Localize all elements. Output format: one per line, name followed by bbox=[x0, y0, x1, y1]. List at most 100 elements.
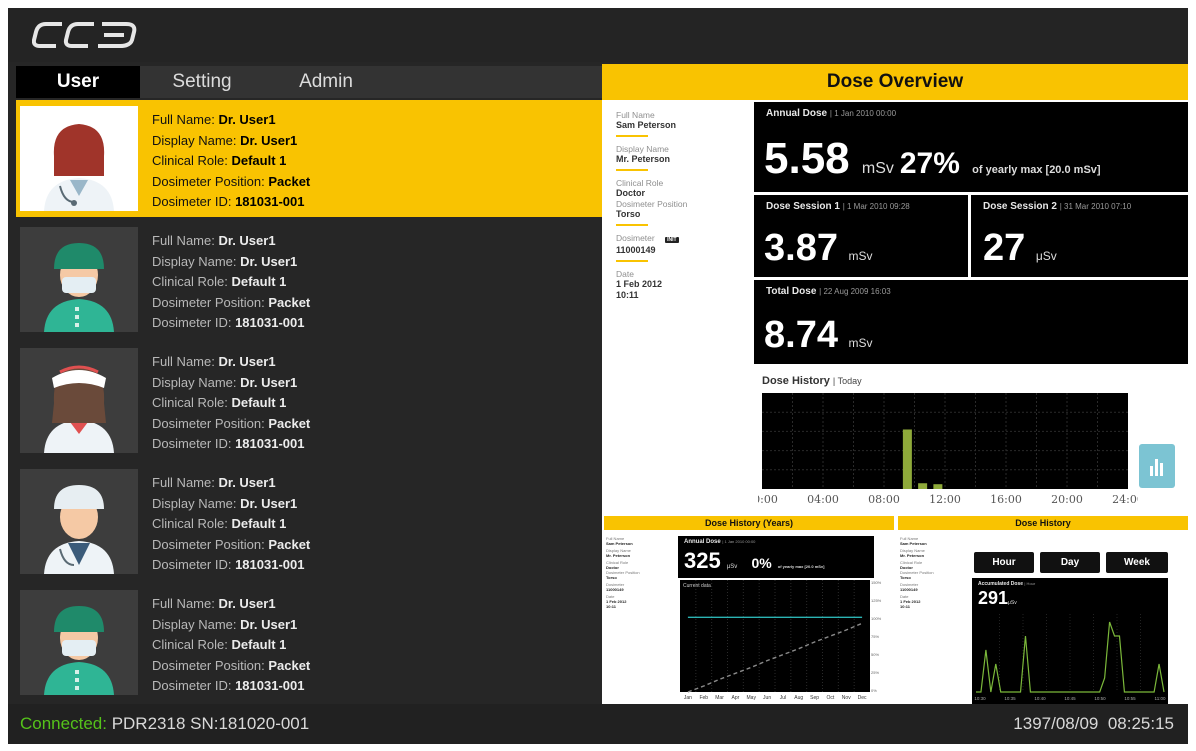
surgeon-icon bbox=[44, 243, 114, 332]
y-tick-label: 125% bbox=[871, 598, 882, 603]
user-clinical-role-line: Clinical Role: Default 1 bbox=[152, 393, 310, 414]
mini-accumulated-sub: | Hour bbox=[1024, 581, 1036, 586]
display-name-value: Dr. User1 bbox=[240, 253, 298, 269]
dosimeter-position-value: Torso bbox=[616, 209, 641, 219]
annual-dose-number: 5.58 bbox=[764, 134, 850, 183]
clinical-role-label: Clinical Role: bbox=[152, 395, 232, 410]
header bbox=[8, 8, 1188, 62]
dosimeter-position-value: Packet bbox=[268, 294, 311, 310]
x-tick-label: 12:00 bbox=[929, 493, 961, 506]
x-tick-label: 04:00 bbox=[807, 493, 839, 506]
mini2-dosimeter-position-value: Torso bbox=[900, 575, 911, 580]
tab-admin[interactable]: Admin bbox=[264, 66, 388, 98]
user-info: Full Name: Dr. User1 Display Name: Dr. Us… bbox=[152, 110, 310, 213]
annual-dose-percent: 27% bbox=[899, 147, 960, 180]
user-card[interactable]: Full Name: Dr. User1 Display Name: Dr. Us… bbox=[16, 221, 602, 338]
user-clinical-role-line: Clinical Role: Default 1 bbox=[152, 635, 310, 656]
user-card[interactable]: Full Name: Dr. User1 Display Name: Dr. Us… bbox=[16, 342, 602, 459]
x-tick-label: 10:55 bbox=[1124, 696, 1136, 701]
user-dosimeter-id-line: Dosimeter ID: 181031-001 bbox=[152, 434, 310, 455]
dose-history-title-text: Dose History bbox=[762, 375, 830, 387]
user-list: Full Name: Dr. User1 Display Name: Dr. Us… bbox=[16, 100, 602, 704]
full-name-value: Dr. User1 bbox=[218, 354, 276, 369]
dose-history-chart: 00:00 04:00 08:00 12:00 16:00 20:00 24:00 bbox=[758, 393, 1138, 506]
mini-annual-dose-panel: Annual Dose | 1 Jan 2010 00:00 325 μSv 0… bbox=[678, 536, 874, 578]
hour-button[interactable]: Hour bbox=[974, 552, 1034, 573]
dosimeter-value: 11000149 bbox=[616, 245, 656, 255]
dosimeter-position-value: Packet bbox=[268, 657, 311, 673]
mini-person-info-2: Full Name Sam Peterson Display Name Mr. … bbox=[900, 536, 972, 609]
total-dose-panel: Total Dose | 22 Aug 2009 16:03 8.74 mSv bbox=[754, 280, 1188, 364]
dosimeter-position-value: Packet bbox=[268, 173, 311, 189]
week-button[interactable]: Week bbox=[1106, 552, 1168, 573]
annual-dose-percent-text: of yearly max [20.0 mSv] bbox=[972, 164, 1101, 176]
mini2-time-value: 10:11 bbox=[900, 604, 911, 609]
dosimeter-position-value: Packet bbox=[268, 536, 311, 552]
session-2-unit: μSv bbox=[1035, 249, 1057, 263]
x-tick-label: Aug bbox=[794, 695, 803, 701]
user-info: Full Name: Dr. User1 Display Name: Dr. Us… bbox=[152, 352, 310, 455]
display-name-label: Display Name bbox=[616, 144, 669, 154]
session-1-number: 3.87 bbox=[764, 227, 838, 269]
dose-history-title: Dose History | Today bbox=[762, 375, 862, 387]
dose-session-1-panel: Dose Session 1 | 1 Mar 2010 09:28 3.87 m… bbox=[754, 195, 968, 277]
y-tick-label: 0% bbox=[871, 688, 877, 693]
mini2-full-name: Sam Peterson bbox=[900, 541, 972, 546]
mini-annual-value: 325 μSv 0% of yearly max [20.0 mSv] bbox=[684, 548, 825, 574]
day-button[interactable]: Day bbox=[1040, 552, 1100, 573]
dose-history-hourly-thumbnail[interactable]: Dose History Full Name Sam Peterson Disp… bbox=[898, 516, 1188, 704]
x-tick-label: Sep bbox=[810, 695, 819, 701]
annual-dose-title: Annual Dose | 1 Jan 2010 00:00 bbox=[766, 108, 896, 119]
dosimeter-id-label: Dosimeter ID: bbox=[152, 315, 236, 330]
divider bbox=[616, 260, 648, 262]
user-dosimeter-position-line: Dosimeter Position: Packet bbox=[152, 656, 310, 677]
user-info: Full Name: Dr. User1 Display Name: Dr. Us… bbox=[152, 594, 310, 697]
mini-annual-date: | 1 Jan 2010 00:00 bbox=[722, 539, 756, 544]
clinical-role-value: Doctor bbox=[616, 188, 645, 198]
dose-overview-title: Dose Overview bbox=[602, 64, 1188, 100]
total-dose-title: Total Dose | 22 Aug 2009 16:03 bbox=[766, 286, 891, 297]
user-display-name-line: Display Name: Dr. User1 bbox=[152, 131, 310, 152]
display-name-value: Dr. User1 bbox=[240, 495, 298, 511]
user-dosimeter-position-line: Dosimeter Position: Packet bbox=[152, 172, 310, 193]
dose-history-hourly-title: Dose History bbox=[898, 516, 1188, 530]
tab-user[interactable]: User bbox=[16, 66, 140, 98]
mini-time: 10:11 bbox=[606, 604, 678, 609]
user-full-name-line: Full Name: Dr. User1 bbox=[152, 594, 310, 615]
main-tabs: User Setting Admin bbox=[16, 66, 602, 98]
user-full-name-line: Full Name: Dr. User1 bbox=[152, 473, 310, 494]
mini2-dosimeter-position: Torso bbox=[900, 575, 972, 580]
full-name-value: Dr. User1 bbox=[218, 112, 276, 127]
clinical-role-value: Default 1 bbox=[231, 516, 287, 531]
user-full-name-line: Full Name: Dr. User1 bbox=[152, 352, 310, 373]
x-tick-label: Oct bbox=[827, 695, 835, 701]
full-name-label: Full Name bbox=[616, 110, 655, 120]
chart-view-button[interactable] bbox=[1139, 444, 1175, 488]
tab-setting[interactable]: Setting bbox=[140, 66, 264, 98]
display-name-label: Display Name: bbox=[152, 374, 241, 390]
clinical-role-value: Default 1 bbox=[231, 274, 287, 289]
user-dosimeter-id-line: Dosimeter ID: 181031-001 bbox=[152, 555, 310, 576]
user-card[interactable]: Full Name: Dr. User1 Display Name: Dr. Us… bbox=[16, 463, 602, 580]
user-card[interactable]: Full Name: Dr. User1 Display Name: Dr. Us… bbox=[16, 584, 602, 701]
mini-person-info: Full Name Sam Peterson Display Name Mr. … bbox=[606, 536, 678, 609]
person-info: Full Name Sam Peterson Display Name Mr. … bbox=[616, 110, 742, 301]
mini-annual-unit: μSv bbox=[726, 564, 738, 570]
mini-accumulated-number: 291 bbox=[978, 588, 1009, 608]
chart-annotation: Current data bbox=[683, 583, 711, 589]
full-name-value: Dr. User1 bbox=[218, 475, 276, 490]
user-card[interactable]: Full Name: Dr. User1 Display Name: Dr. Us… bbox=[16, 100, 602, 217]
user-display-name-line: Display Name: Dr. User1 bbox=[152, 615, 310, 636]
dose-history-panel: Dose History | Today 00:00 04:00 08:00 12:0… bbox=[754, 367, 1188, 513]
mini-accumulated-title: Accumulated Dose | Hour bbox=[978, 581, 1035, 587]
x-tick-label: 00:00 bbox=[758, 493, 778, 506]
y-tick-label: 150% bbox=[871, 580, 882, 585]
full-name-label: Full Name: bbox=[152, 233, 219, 248]
annual-dose-title-text: Annual Dose bbox=[766, 108, 828, 119]
dose-history-years-thumbnail[interactable]: Dose History (Years) Full Name Sam Peter… bbox=[604, 516, 894, 704]
total-dose-date: | 22 Aug 2009 16:03 bbox=[819, 287, 891, 296]
clinical-role-label: Clinical Role bbox=[616, 178, 664, 188]
y-tick-label: 75% bbox=[871, 634, 879, 639]
x-tick-label: Jun bbox=[763, 695, 771, 701]
dosimeter-position-label: Dosimeter Position bbox=[616, 199, 688, 209]
